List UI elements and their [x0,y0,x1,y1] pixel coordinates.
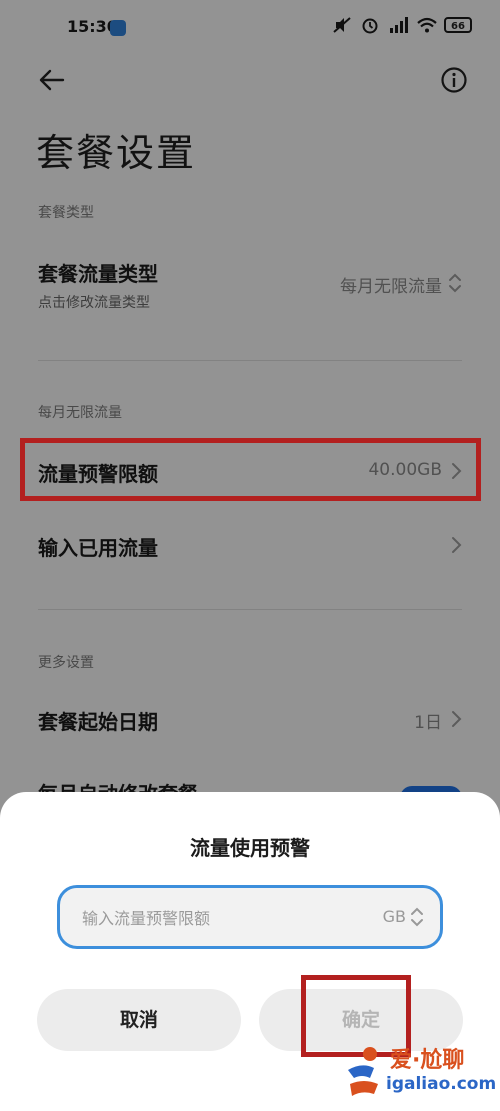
unit-selector-icon [411,907,423,927]
watermark-url: igaliao.com [386,1074,497,1094]
cancel-button[interactable]: 取消 [37,989,241,1051]
annotation-highlight-box [20,438,481,501]
input-unit: GB [382,907,406,926]
watermark-brand: 爱·尬聊 [390,1048,465,1073]
dialog-title: 流量使用预警 [190,836,310,860]
alert-limit-input-box[interactable]: GB [57,885,443,949]
watermark: 爱·尬聊 igaliao.com [338,1040,496,1106]
alert-limit-input[interactable] [80,888,374,948]
watermark-logo-icon [348,1047,378,1096]
